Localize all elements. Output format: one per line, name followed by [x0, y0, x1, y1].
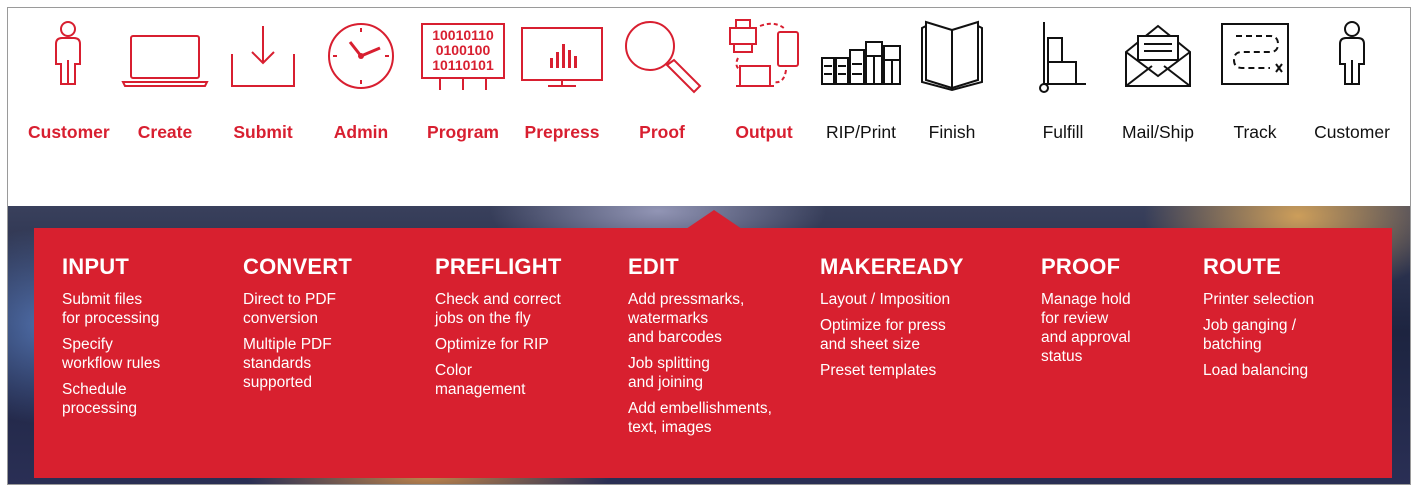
category-item: Job ganging / batching [1203, 317, 1297, 353]
category-item: Add embellishments, text, images [628, 400, 772, 436]
hand-truck-icon [1039, 22, 1086, 93]
category-preflight: PREFLIGHT Check and correct jobs on the … [435, 254, 615, 406]
step-label: Mail/Ship [1122, 122, 1194, 142]
category-route: ROUTE Printer selection Job ganging / ba… [1203, 254, 1373, 387]
category-makeready: MAKEREADY Layout / Imposition Optimize f… [820, 254, 1020, 387]
category-item: Multiple PDF standards supported [243, 336, 332, 391]
step-label: Proof [639, 122, 685, 142]
category-proof: PROOF Manage hold for review and approva… [1041, 254, 1191, 373]
open-book-icon [921, 20, 983, 92]
category-title: MAKEREADY [820, 254, 964, 279]
clock-icon [328, 23, 394, 89]
step-label: Finish [928, 122, 976, 142]
download-tray-icon [231, 26, 295, 87]
category-item: Check and correct jobs on the fly [435, 291, 561, 327]
step-label: Create [137, 122, 193, 142]
category-item: Printer selection [1203, 291, 1315, 308]
category-title: PROOF [1041, 254, 1121, 279]
envelope-icon [1125, 24, 1191, 87]
category-item: Job splitting and joining [628, 355, 710, 391]
step-admin: Admin [328, 8, 394, 158]
category-item: Direct to PDF conversion [243, 291, 337, 327]
binary-line: 10010110 [432, 27, 494, 43]
printer-icon [821, 41, 901, 85]
step-label: Customer [1314, 122, 1390, 142]
category-title: ROUTE [1203, 254, 1281, 279]
step-program: 10010110 0100100 10110101 Program [420, 8, 506, 158]
step-label: Admin [333, 122, 389, 142]
category-item: Submit files for processing [62, 291, 160, 327]
category-item: Layout / Imposition [820, 291, 951, 308]
category-title: INPUT [62, 254, 129, 279]
step-label: Submit [233, 122, 293, 142]
category-convert: CONVERT Direct to PDF conversion Multipl… [243, 254, 413, 399]
step-label: Fulfill [1042, 122, 1084, 142]
devices-icon [729, 19, 799, 87]
step-label: Track [1233, 122, 1277, 142]
step-create: Create [121, 8, 209, 158]
category-item: Specify workflow rules [62, 336, 161, 372]
step-proof: Proof [624, 8, 702, 158]
step-rip-print: RIP/Print [820, 8, 902, 158]
step-customer-end: Customer [1314, 8, 1390, 158]
category-title: CONVERT [243, 254, 352, 279]
binary-line: 10110101 [432, 57, 494, 73]
route-map-icon [1221, 23, 1289, 85]
step-finish: Finish [921, 8, 983, 158]
binary-code-icon: 10010110 0100100 10110101 [421, 23, 505, 90]
laptop-icon [121, 35, 209, 87]
step-output: Output [726, 8, 802, 158]
category-title: PREFLIGHT [435, 254, 562, 279]
step-label: Customer [28, 122, 110, 142]
step-customer-start: Customer [28, 8, 110, 158]
category-input: INPUT Submit files for processing Specif… [62, 254, 232, 425]
category-title: EDIT [628, 254, 679, 279]
magnifier-icon [625, 21, 702, 94]
step-mail-ship: Mail/Ship [1122, 8, 1194, 158]
category-item: Load balancing [1203, 362, 1309, 379]
category-item: Manage hold for review and approval stat… [1041, 291, 1131, 365]
step-track: Track [1220, 8, 1290, 158]
monitor-chart-icon [521, 27, 603, 87]
workflow-diagram: Customer Create Submit Admin 10010110 01… [7, 7, 1411, 485]
person-icon [55, 21, 81, 85]
person-icon [1339, 21, 1365, 85]
category-item: Color management [435, 362, 526, 398]
step-fulfill: Fulfill [1038, 8, 1088, 158]
category-item: Schedule processing [62, 381, 137, 417]
category-item: Optimize for press and sheet size [820, 317, 946, 353]
step-prepress: Prepress [520, 8, 604, 158]
category-item: Optimize for RIP [435, 336, 549, 353]
category-item: Add pressmarks, watermarks and barcodes [628, 291, 745, 346]
category-edit: EDIT Add pressmarks, watermarks and barc… [628, 254, 818, 444]
panel-pointer [686, 210, 742, 229]
category-item: Preset templates [820, 362, 937, 379]
step-submit: Submit [230, 8, 296, 158]
binary-line: 0100100 [436, 42, 491, 58]
